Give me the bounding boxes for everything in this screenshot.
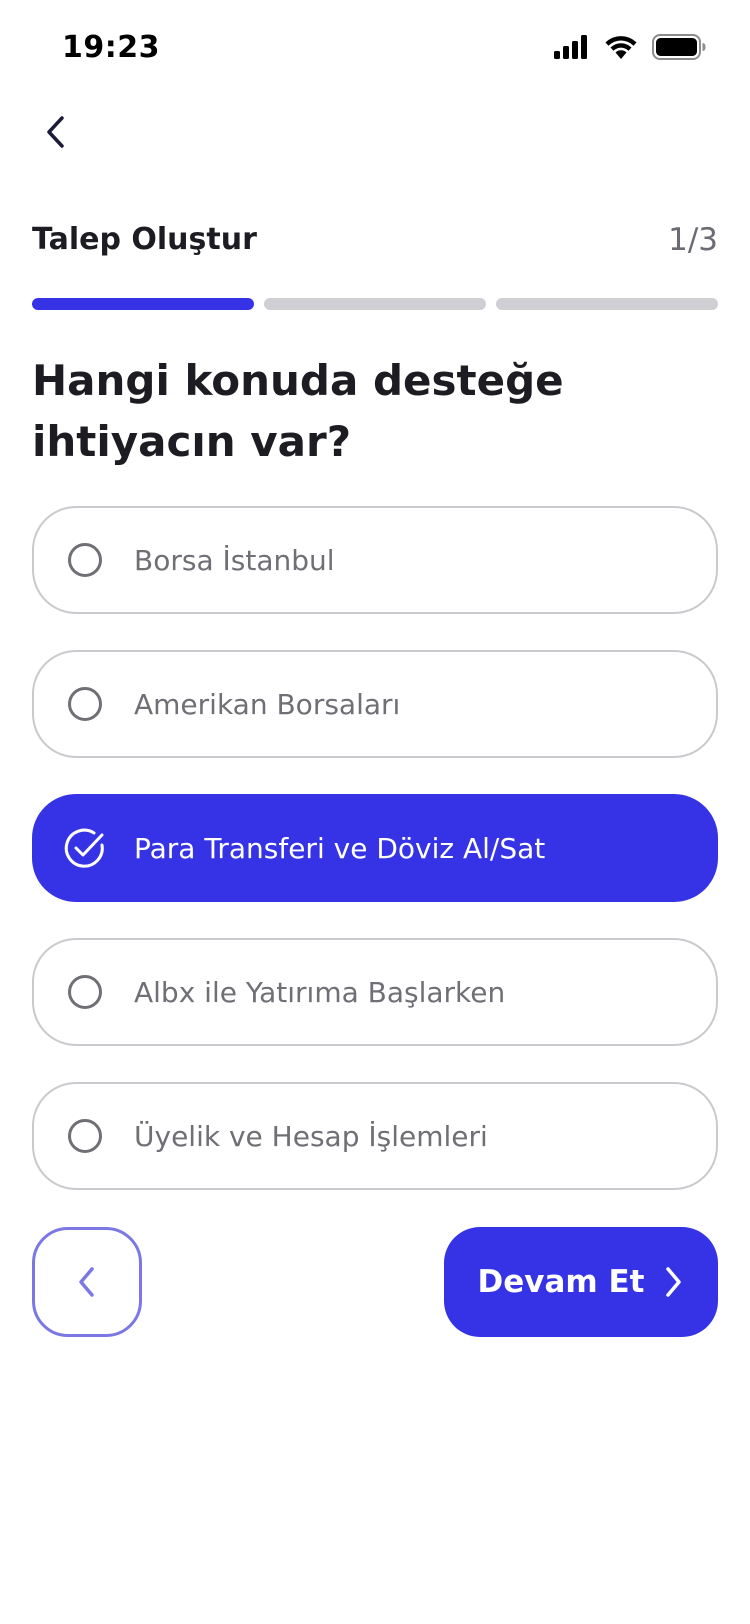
continue-button-label: Devam Et xyxy=(477,1264,645,1300)
option-label: Para Transferi ve Döviz Al/Sat xyxy=(134,831,546,865)
option-label: Albx ile Yatırıma Başlarken xyxy=(134,975,506,1009)
radio-icon xyxy=(68,1119,102,1153)
signal-icon xyxy=(554,35,587,59)
page-title: Talep Oluştur xyxy=(32,222,257,257)
radio-icon xyxy=(68,975,102,1009)
radio-icon xyxy=(68,543,102,577)
continue-button[interactable]: Devam Et xyxy=(444,1227,718,1337)
question-line-1: Hangi konuda desteğe xyxy=(32,356,564,405)
option-uyelik-hesap[interactable]: Üyelik ve Hesap İşlemleri xyxy=(32,1082,718,1190)
option-borsa-istanbul[interactable]: Borsa İstanbul xyxy=(32,506,718,614)
progress-step-1 xyxy=(32,298,254,310)
check-circle-icon xyxy=(64,828,104,868)
status-time: 19:23 xyxy=(62,30,160,65)
option-amerikan-borsalari[interactable]: Amerikan Borsaları xyxy=(32,650,718,758)
progress-step-3 xyxy=(496,298,718,310)
step-progress-bar xyxy=(32,298,718,310)
option-label: Üyelik ve Hesap İşlemleri xyxy=(134,1119,488,1153)
back-button[interactable] xyxy=(34,110,78,154)
progress-step-2 xyxy=(264,298,486,310)
option-label: Borsa İstanbul xyxy=(134,543,335,577)
option-label: Amerikan Borsaları xyxy=(134,687,401,721)
previous-button[interactable] xyxy=(32,1227,142,1337)
question-heading: Hangi konuda desteğe ihtiyacın var? xyxy=(32,350,712,472)
wifi-icon xyxy=(605,36,637,59)
status-icons xyxy=(554,34,706,60)
radio-icon xyxy=(68,687,102,721)
status-bar: 19:23 xyxy=(0,0,750,100)
topic-options: Borsa İstanbul Amerikan Borsaları Para T… xyxy=(32,506,718,1226)
chevron-right-icon xyxy=(666,1267,682,1297)
option-albx-yatirima-baslarken[interactable]: Albx ile Yatırıma Başlarken xyxy=(32,938,718,1046)
chevron-left-icon xyxy=(79,1267,94,1297)
step-counter: 1/3 xyxy=(668,222,718,258)
chevron-left-icon xyxy=(47,116,64,148)
battery-icon xyxy=(652,34,706,60)
question-line-2: ihtiyacın var? xyxy=(32,417,352,466)
option-para-transferi[interactable]: Para Transferi ve Döviz Al/Sat xyxy=(32,794,718,902)
